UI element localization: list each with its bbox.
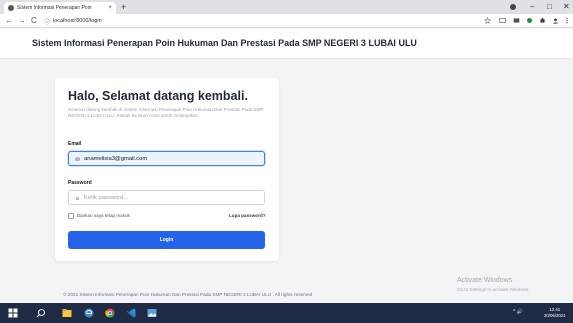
profile-icon[interactable] [510, 4, 516, 10]
extensions-icon[interactable] [513, 17, 520, 24]
maximize-button[interactable]: □ [547, 1, 552, 13]
activate-windows-subtitle: Go to Settings to activate Windows. [457, 287, 530, 292]
clock[interactable]: 12:41 20/06/2021 [544, 307, 566, 319]
puzzle-icon[interactable] [539, 17, 546, 24]
remember-me-label[interactable]: Biarkan saya tetap masuk [77, 213, 130, 218]
windows-start-icon[interactable] [8, 308, 18, 318]
clock-date: 20/06/2021 [544, 313, 566, 318]
email-field[interactable] [84, 155, 264, 162]
new-tab-button[interactable]: + [121, 2, 126, 12]
vscode-icon[interactable] [126, 308, 136, 318]
file-explorer-icon[interactable] [62, 308, 72, 318]
chrome-icon[interactable] [105, 308, 115, 318]
login-greeting: Halo, Selamat datang kembali. [68, 89, 248, 103]
footer-copyright: © 2021 Sistem Informasi Penerapan Poin H… [63, 292, 313, 297]
search-icon[interactable] [36, 308, 46, 318]
lock-icon [76, 195, 79, 200]
browser-toolbar: ← → C ⓘ localhost:8000/login [0, 14, 573, 28]
password-field[interactable] [84, 194, 264, 201]
url-text: localhost:8000/login [53, 18, 102, 24]
password-label: Password [68, 180, 92, 186]
password-field-wrapper[interactable] [68, 190, 265, 205]
taskbar: ^ 🔊 12:41 20/06/2021 [0, 303, 573, 323]
forgot-password-link[interactable]: Lupa password? [229, 213, 266, 218]
extension-dot-icon[interactable] [526, 17, 533, 24]
mail-icon [75, 156, 80, 161]
photos-icon[interactable] [147, 308, 157, 318]
page-title: Sistem Informasi Penerapan Poin Hukuman … [32, 38, 417, 48]
edge-icon[interactable] [84, 308, 94, 318]
email-label: Email [68, 141, 82, 147]
activate-windows-title: Activate Windows [457, 277, 513, 284]
avatar[interactable] [552, 17, 559, 24]
login-button[interactable]: Login [68, 231, 265, 249]
remember-me-checkbox[interactable] [68, 213, 74, 219]
globe-icon [8, 5, 14, 11]
email-field-wrapper[interactable] [68, 151, 265, 166]
minimize-button[interactable]: – [530, 1, 534, 13]
tab-title: Sistem Informasi Penerapan Poin [17, 5, 92, 11]
menu-icon[interactable] [565, 17, 569, 24]
star-icon[interactable] [484, 17, 491, 24]
browser-tab[interactable]: Sistem Informasi Penerapan Poin × [4, 2, 116, 14]
back-button[interactable]: ← [5, 15, 13, 27]
browser-tabbar: Sistem Informasi Penerapan Poin × + – □ … [0, 0, 573, 14]
tab-search-icon[interactable] [499, 17, 506, 24]
info-icon[interactable]: ⓘ [44, 17, 50, 26]
reload-button[interactable]: C [31, 15, 37, 27]
tab-close-icon[interactable]: × [108, 5, 112, 11]
close-window-button[interactable]: ✕ [563, 1, 570, 13]
forward-button[interactable]: → [18, 15, 26, 27]
address-bar[interactable]: ⓘ localhost:8000/login [44, 16, 504, 26]
system-tray[interactable]: ^ 🔊 [513, 309, 523, 315]
app-header: Sistem Informasi Penerapan Poin Hukuman … [0, 29, 573, 59]
login-subtext: Selamat datang kembali di Sistem Informa… [68, 107, 264, 119]
